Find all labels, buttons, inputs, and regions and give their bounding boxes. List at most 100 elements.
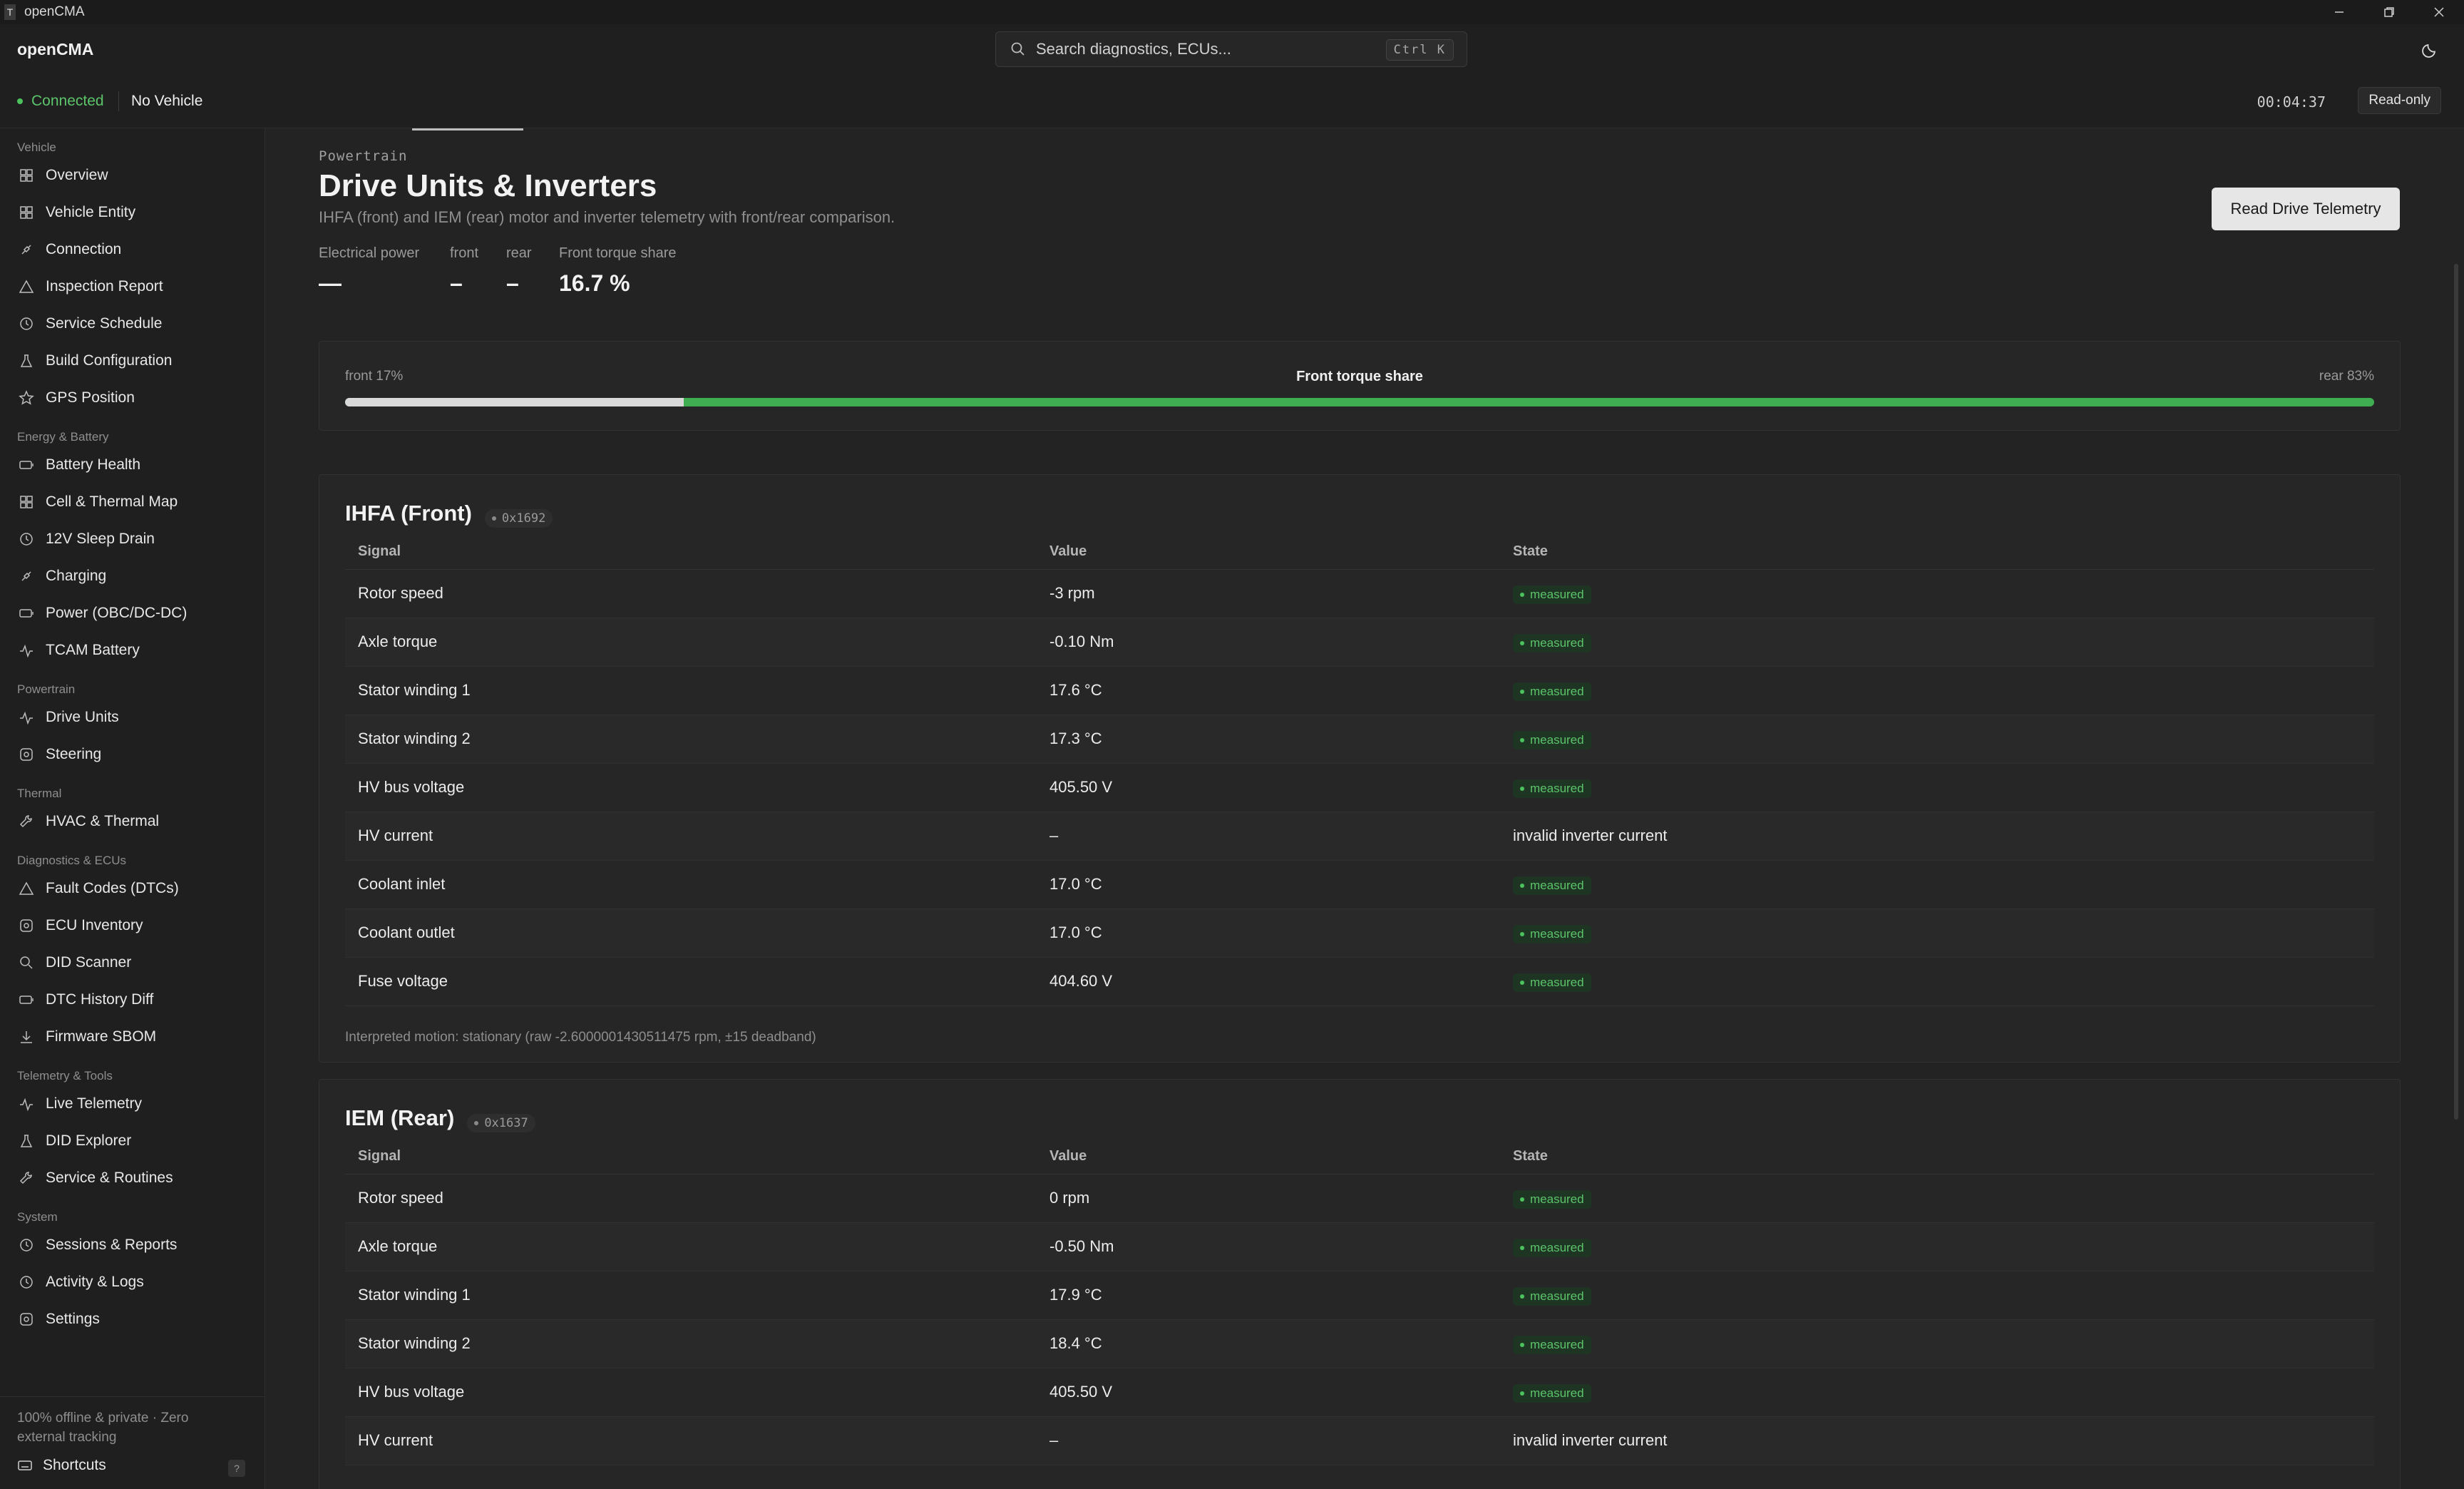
sidebar-item-settings[interactable]: Settings [0,1301,265,1338]
restore-icon[interactable] [2364,0,2414,24]
sidebar-item-activity-logs[interactable]: Activity & Logs [0,1264,265,1301]
sidebar-item-label: HVAC & Thermal [46,813,160,829]
signal-value: -0.10 Nm [1037,618,1500,667]
sidebar-item-live-telemetry[interactable]: Live Telemetry [0,1085,265,1122]
torque-share-bar [345,398,2374,406]
sidebar-item-gps-position[interactable]: GPS Position [0,379,265,416]
sidebar-item-tcam-battery[interactable]: TCAM Battery [0,632,265,669]
stat-label: rear [506,245,532,261]
signal-value: – [1037,812,1500,861]
badge-label: measured [1530,1241,1584,1254]
signal-name: HV bus voltage [345,763,1037,812]
sidebar-item-charging[interactable]: Charging [0,558,265,595]
sidebar-item-build-configuration[interactable]: Build Configuration [0,342,265,379]
sidebar-item-steering[interactable]: Steering [0,736,265,773]
wrench-icon [19,815,32,828]
signal-value: 0 rpm [1037,1174,1500,1223]
pulse-icon [20,1097,33,1112]
badge-label: measured [1530,636,1584,650]
table-row: Stator winding 2 18.4 °C measured [345,1319,2374,1368]
col-value: Value [1037,535,1500,570]
battery-icon [19,609,34,618]
signal-state: measured [1500,666,2374,715]
signal-state: measured [1500,618,2374,667]
badge-label: measured [1530,976,1584,989]
read-drive-telemetry-button[interactable]: Read Drive Telemetry [2212,188,2400,230]
sidebar-item-sessions-reports[interactable]: Sessions & Reports [0,1227,265,1264]
shortcuts-button[interactable]: Shortcuts [17,1457,106,1474]
sidebar-item-vehicle-entity[interactable]: Vehicle Entity [0,194,265,231]
clock-icon [20,1239,33,1252]
sidebar-item-power-obc-dc-dc[interactable]: Power (OBC/DC-DC) [0,595,265,632]
help-key-badge[interactable]: ? [228,1460,245,1477]
status-dot-icon [17,98,23,104]
sidebar-item-12v-sleep-drain[interactable]: 12V Sleep Drain [0,521,265,558]
sidebar-item-inspection-report[interactable]: Inspection Report [0,268,265,305]
signal-name: Stator winding 2 [345,1319,1037,1368]
signal-state: measured [1500,1222,2374,1271]
table-row: Stator winding 1 17.6 °C measured [345,666,2374,715]
theme-toggle-moon-icon[interactable] [2421,40,2440,58]
status-dot-icon [1520,932,1524,936]
sidebar-item-label: Inspection Report [46,278,163,295]
sidebar-item-connection[interactable]: Connection [0,231,265,268]
torque-share-title: Front torque share [1296,369,1423,384]
signal-value: – [1037,1416,1500,1465]
status-dot-icon [1520,981,1524,985]
search-icon [20,956,33,969]
rear-signal-table: Signal Value State Rotor speed 0 rpm measu… [345,1140,2374,1465]
rear-drive-unit-card: IEM (Rear) 0x1637 Signal Value State Rot… [319,1079,2401,1489]
status-dot-icon [1520,1246,1524,1250]
scrollbar-thumb[interactable] [2454,264,2458,1120]
sidebar-item-did-explorer[interactable]: DID Explorer [0,1122,265,1160]
sidebar-item-overview[interactable]: Overview [0,157,265,194]
clock-icon [20,533,33,546]
table-row: HV bus voltage 405.50 V measured [345,763,2374,812]
keyboard-icon [18,1460,32,1470]
measured-badge: measured [1513,682,1591,701]
col-signal: Signal [345,1140,1037,1175]
badge-label: measured [1530,588,1584,601]
card-header: IHFA (Front) 0x1692 [345,501,553,528]
sidebar-item-did-scanner[interactable]: DID Scanner [0,944,265,981]
signal-value: 17.0 °C [1037,860,1500,909]
connection-status: Connected [17,93,104,110]
sidebar-item-fault-codes-dtcs[interactable]: Fault Codes (DTCs) [0,870,265,907]
stat-value: – [506,270,519,296]
sidebar-item-service-schedule[interactable]: Service Schedule [0,305,265,342]
minimize-icon[interactable] [2314,0,2364,24]
signal-state: measured [1500,1271,2374,1320]
search-bar[interactable]: Search diagnostics, ECUs... Ctrl K [995,31,1467,67]
sidebar-item-firmware-sbom[interactable]: Firmware SBOM [0,1018,265,1055]
sidebar-item-label: Cell & Thermal Map [46,493,178,510]
sidebar-item-label: Drive Units [46,709,119,725]
table-row: Axle torque -0.50 Nm measured [345,1222,2374,1271]
measured-badge: measured [1513,1384,1591,1403]
table-row: Fuse voltage 404.60 V measured [345,957,2374,1006]
status-dot-icon [1520,641,1524,645]
sidebar-item-cell-thermal-map[interactable]: Cell & Thermal Map [0,483,265,521]
sidebar-footer: 100% offline & private · Zero external t… [0,1396,265,1489]
measured-badge: measured [1513,1287,1591,1306]
status-dot-icon [1520,738,1524,742]
signal-value: 18.4 °C [1037,1319,1500,1368]
active-tab-indicator [412,128,523,131]
sidebar-item-label: Live Telemetry [46,1095,143,1112]
sidebar-item-service-routines[interactable]: Service & Routines [0,1160,265,1197]
sidebar-item-hvac-thermal[interactable]: HVAC & Thermal [0,803,265,840]
signal-value: 17.6 °C [1037,666,1500,715]
stat-value: — [319,270,342,296]
close-icon[interactable] [2414,0,2464,24]
window-title: openCMA [24,4,85,19]
signal-name: HV current [345,812,1037,861]
sidebar-item-ecu-inventory[interactable]: ECU Inventory [0,907,265,944]
sidebar-item-battery-health[interactable]: Battery Health [0,446,265,483]
badge-label: measured [1530,685,1584,698]
search-placeholder[interactable]: Search diagnostics, ECUs... [1036,40,1231,58]
sidebar-item-drive-units[interactable]: Drive Units [0,699,265,736]
signal-name: Rotor speed [345,1174,1037,1223]
sidebar-item-dtc-history-diff[interactable]: DTC History Diff [0,981,265,1018]
clock-icon [20,1276,33,1289]
gear-icon [20,748,33,761]
stat-value: 16.7 % [559,270,630,296]
